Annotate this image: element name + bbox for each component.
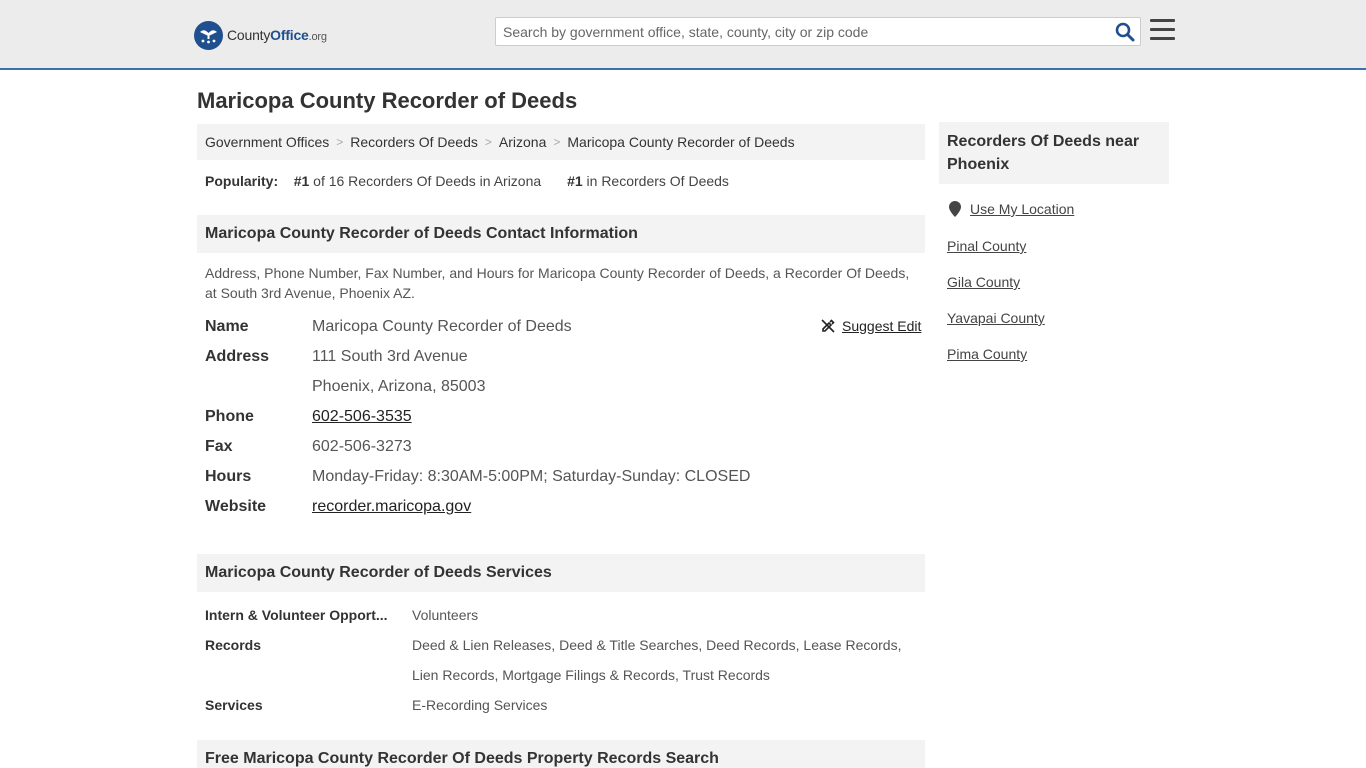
- site-header: CountyOffice.org: [0, 0, 1366, 70]
- hours-value: Monday-Friday: 8:30AM-5:00PM; Saturday-S…: [312, 468, 751, 485]
- contact-section-heading: Maricopa County Recorder of Deeds Contac…: [197, 215, 925, 253]
- service-value-records: Deed & Lien Releases, Deed & Title Searc…: [412, 637, 902, 653]
- breadcrumb-separator-icon: >: [553, 135, 561, 149]
- edit-off-icon: [821, 319, 835, 333]
- breadcrumb-current: Maricopa County Recorder of Deeds: [567, 134, 795, 150]
- service-value-intern: Volunteers: [412, 607, 479, 623]
- address-label: Address: [205, 348, 270, 365]
- sidebar-link-gila-county[interactable]: Gila County: [947, 274, 1020, 290]
- website-link[interactable]: recorder.maricopa.gov: [312, 498, 471, 515]
- search-box: [495, 17, 1141, 46]
- breadcrumb-separator-icon: >: [484, 135, 492, 149]
- page-title: Maricopa County Recorder of Deeds: [197, 88, 578, 113]
- logo-emblem-icon: [194, 20, 223, 50]
- location-pin-icon: [949, 201, 961, 217]
- breadcrumb: Government Offices > Recorders Of Deeds …: [197, 124, 925, 160]
- popularity-line: Popularity: #1 of 16 Recorders Of Deeds …: [205, 173, 729, 189]
- sidebar-link-pinal-county[interactable]: Pinal County: [947, 238, 1026, 254]
- hours-label: Hours: [205, 468, 252, 485]
- name-label: Name: [205, 318, 249, 335]
- popularity-text-category: in Recorders Of Deeds: [586, 173, 729, 189]
- search-input[interactable]: [503, 22, 1103, 42]
- contact-description: Address, Phone Number, Fax Number, and H…: [205, 265, 910, 301]
- services-section-heading: Maricopa County Recorder of Deeds Servic…: [197, 554, 925, 592]
- sidebar-link-yavapai-county[interactable]: Yavapai County: [947, 310, 1045, 326]
- suggest-edit[interactable]: Suggest Edit: [820, 318, 921, 334]
- website-label: Website: [205, 498, 267, 515]
- service-label-services: Services: [205, 697, 263, 713]
- popularity-label: Popularity:: [205, 173, 279, 189]
- hamburger-menu-icon[interactable]: [1150, 19, 1175, 41]
- fax-value: 602-506-3273: [312, 438, 412, 455]
- breadcrumb-recorders-of-deeds[interactable]: Recorders Of Deeds: [350, 134, 478, 150]
- logo-wordmark: CountyOffice.org: [227, 27, 327, 43]
- use-my-location-link[interactable]: Use My Location: [970, 201, 1074, 217]
- popularity-rank-state: #1: [293, 173, 310, 189]
- fax-label: Fax: [205, 438, 233, 455]
- popularity-rank-category: #1: [567, 173, 583, 189]
- use-my-location[interactable]: Use My Location: [949, 201, 1074, 217]
- name-value: Maricopa County Recorder of Deeds: [312, 318, 572, 335]
- breadcrumb-government-offices[interactable]: Government Offices: [205, 134, 329, 150]
- free-search-section-heading: Free Maricopa County Recorder Of Deeds P…: [197, 740, 925, 768]
- popularity-text-state: of 16 Recorders Of Deeds in Arizona: [313, 173, 542, 189]
- sidebar-link-pima-county[interactable]: Pima County: [947, 346, 1027, 362]
- address-line2: Phoenix, Arizona, 85003: [312, 378, 486, 395]
- breadcrumb-arizona[interactable]: Arizona: [499, 134, 546, 150]
- service-label-records: Records: [205, 637, 262, 653]
- service-value-services: E-Recording Services: [412, 697, 548, 713]
- sidebar-heading: Recorders Of Deeds near Phoenix: [939, 122, 1169, 184]
- suggest-edit-link[interactable]: Suggest Edit: [842, 318, 921, 334]
- service-label-intern: Intern & Volunteer Opport...: [205, 607, 388, 623]
- service-value-records-cont: Lien Records, Mortgage Filings & Records…: [412, 667, 770, 683]
- address-line1: 111 South 3rd Avenue: [312, 348, 468, 365]
- phone-link[interactable]: 602-506-3535: [312, 408, 412, 425]
- phone-label: Phone: [205, 408, 254, 425]
- search-icon[interactable]: [1114, 21, 1136, 43]
- site-logo[interactable]: CountyOffice.org: [194, 20, 327, 50]
- breadcrumb-separator-icon: >: [336, 135, 344, 149]
